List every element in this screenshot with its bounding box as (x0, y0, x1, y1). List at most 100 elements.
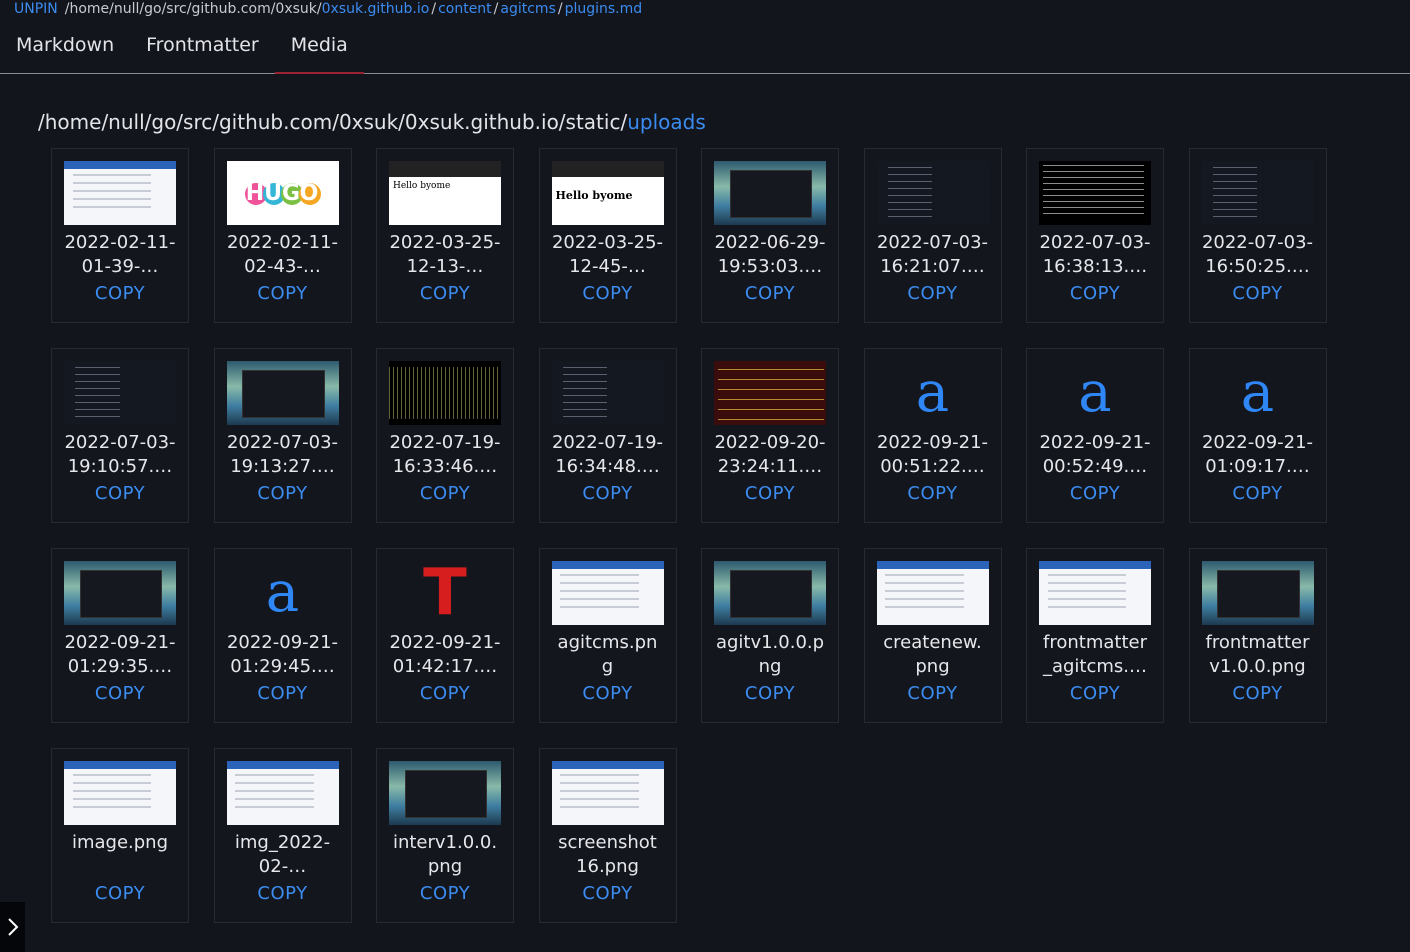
media-thumbnail[interactable] (876, 561, 989, 625)
tab-frontmatter[interactable]: Frontmatter (130, 28, 275, 68)
copy-button[interactable]: COPY (215, 883, 351, 904)
breadcrumb-link-agitcms[interactable]: agitcms (500, 1, 555, 17)
media-card: 2022-07-03- 16:50:25.… COPY (1188, 148, 1327, 323)
tab-media[interactable]: Media (274, 28, 364, 74)
media-thumbnail[interactable] (551, 361, 664, 425)
media-card: image.png COPY (51, 748, 189, 923)
breadcrumb-prefix: /home/null/go/src/github.com/0xsuk/ (64, 1, 322, 17)
media-card: frontmatter v1.0.0.png COPY (1188, 548, 1327, 723)
copy-button[interactable]: COPY (215, 683, 351, 704)
copy-button[interactable]: COPY (702, 283, 838, 304)
media-filename: image.png (71, 832, 169, 853)
thumbnail-glyph: a (265, 561, 300, 625)
copy-button[interactable]: COPY (1027, 283, 1163, 304)
media-card: interv1.0.0. png COPY (376, 748, 514, 923)
copy-button[interactable]: COPY (215, 283, 351, 304)
media-thumbnail[interactable] (389, 361, 501, 425)
media-thumbnail[interactable] (64, 561, 176, 625)
media-filename: 2022-03-25- 12-13-… (389, 232, 501, 277)
media-filename: 2022-09-21- 00:51:22.… (876, 432, 989, 477)
media-filename: 2022-09-21- 01:29:45.… (226, 632, 339, 677)
uploads-link[interactable]: uploads (627, 110, 706, 134)
media-card: HUGO 2022-02-11- 02-43-… COPY (213, 148, 352, 323)
media-thumbnail[interactable] (1039, 561, 1151, 625)
media-thumbnail[interactable] (714, 561, 826, 625)
media-thumbnail[interactable] (64, 761, 176, 825)
uploads-path: /home/null/go/src/github.com/0xsuk/0xsuk… (38, 110, 706, 134)
copy-button[interactable]: COPY (52, 283, 188, 304)
thumbnail-glyph: a (1078, 361, 1112, 425)
copy-button[interactable]: COPY (1027, 683, 1163, 704)
copy-button[interactable]: COPY (1190, 483, 1326, 504)
media-filename: 2022-03-25- 12-45-… (551, 232, 664, 277)
copy-button[interactable]: COPY (1027, 483, 1163, 504)
media-thumbnail[interactable] (714, 161, 826, 225)
copy-button[interactable]: COPY (702, 483, 838, 504)
media-thumbnail[interactable] (1039, 161, 1151, 225)
media-card: a 2022-09-21- 00:52:49.… COPY (1026, 348, 1164, 523)
media-thumbnail[interactable]: HUGO (226, 161, 339, 225)
media-thumbnail[interactable]: a (1202, 361, 1314, 425)
media-card: agitv1.0.0.p ng COPY (701, 548, 839, 723)
copy-button[interactable]: COPY (540, 483, 676, 504)
unpin-button[interactable]: UNPIN (14, 1, 58, 17)
copy-button[interactable]: COPY (865, 283, 1001, 304)
copy-button[interactable]: COPY (377, 283, 513, 304)
copy-button[interactable]: COPY (52, 883, 188, 904)
copy-button[interactable]: COPY (1190, 283, 1326, 304)
media-thumbnail[interactable] (226, 361, 339, 425)
copy-button[interactable]: COPY (52, 483, 188, 504)
media-filename: 2022-07-19- 16:33:46.… (389, 432, 501, 477)
media-thumbnail[interactable] (64, 361, 176, 425)
media-thumbnail[interactable]: Hello byome (551, 161, 664, 225)
media-card: img_2022- 02-… COPY (213, 748, 352, 923)
media-filename: interv1.0.0. png (392, 832, 498, 877)
media-filename: 2022-09-20- 23:24:11.… (714, 432, 826, 477)
copy-button[interactable]: COPY (377, 683, 513, 704)
copy-button[interactable]: COPY (52, 683, 188, 704)
media-thumbnail[interactable] (1201, 161, 1314, 225)
media-filename: 2022-09-21- 01:42:17.… (389, 632, 501, 677)
tab-markdown[interactable]: Markdown (0, 28, 130, 68)
media-filename: 2022-09-21- 01:09:17.… (1201, 432, 1314, 477)
media-card: createnew. png COPY (863, 548, 1002, 723)
media-thumbnail[interactable]: T (389, 561, 501, 625)
breadcrumb-link-repo[interactable]: 0xsuk.github.io (322, 1, 430, 17)
media-thumbnail[interactable] (876, 161, 989, 225)
breadcrumb-link-file[interactable]: plugins.md (565, 1, 643, 17)
media-filename: 2022-07-03- 16:21:07.… (876, 232, 989, 277)
media-filename: agitcms.pn g (557, 632, 658, 677)
media-thumbnail[interactable]: a (1039, 361, 1151, 425)
media-filename: frontmatter v1.0.0.png (1205, 632, 1310, 677)
copy-button[interactable]: COPY (540, 683, 676, 704)
hugo-logo: HUGO (244, 180, 321, 206)
media-thumbnail[interactable] (714, 361, 826, 425)
breadcrumb: UNPIN/home/null/go/src/github.com/0xsuk/… (14, 1, 643, 17)
copy-button[interactable]: COPY (702, 683, 838, 704)
drawer-toggle-button[interactable] (0, 902, 25, 952)
media-thumbnail[interactable] (64, 161, 176, 225)
copy-button[interactable]: COPY (1190, 683, 1326, 704)
media-filename: agitv1.0.0.p ng (715, 632, 825, 677)
copy-button[interactable]: COPY (865, 483, 1001, 504)
media-thumbnail[interactable] (389, 761, 501, 825)
media-thumbnail[interactable] (551, 561, 664, 625)
copy-button[interactable]: COPY (540, 283, 676, 304)
copy-button[interactable]: COPY (540, 883, 676, 904)
copy-button[interactable]: COPY (865, 683, 1001, 704)
media-card: 2022-07-19- 16:33:46.… COPY (376, 348, 514, 523)
media-thumbnail[interactable] (551, 761, 664, 825)
media-thumbnail[interactable]: a (877, 361, 989, 425)
media-card: agitcms.pn g COPY (538, 548, 677, 723)
copy-button[interactable]: COPY (215, 483, 351, 504)
copy-button[interactable]: COPY (377, 883, 513, 904)
media-thumbnail[interactable]: Hello byome (389, 161, 501, 225)
media-filename: createnew. png (883, 632, 982, 677)
media-thumbnail[interactable]: a (227, 561, 339, 625)
media-thumbnail[interactable] (1201, 561, 1314, 625)
thumbnail-text: Hello byome (393, 181, 451, 191)
media-thumbnail[interactable] (226, 761, 339, 825)
breadcrumb-link-content[interactable]: content (438, 1, 492, 17)
copy-button[interactable]: COPY (377, 483, 513, 504)
uploads-path-prefix: /home/null/go/src/github.com/0xsuk/0xsuk… (38, 110, 628, 134)
